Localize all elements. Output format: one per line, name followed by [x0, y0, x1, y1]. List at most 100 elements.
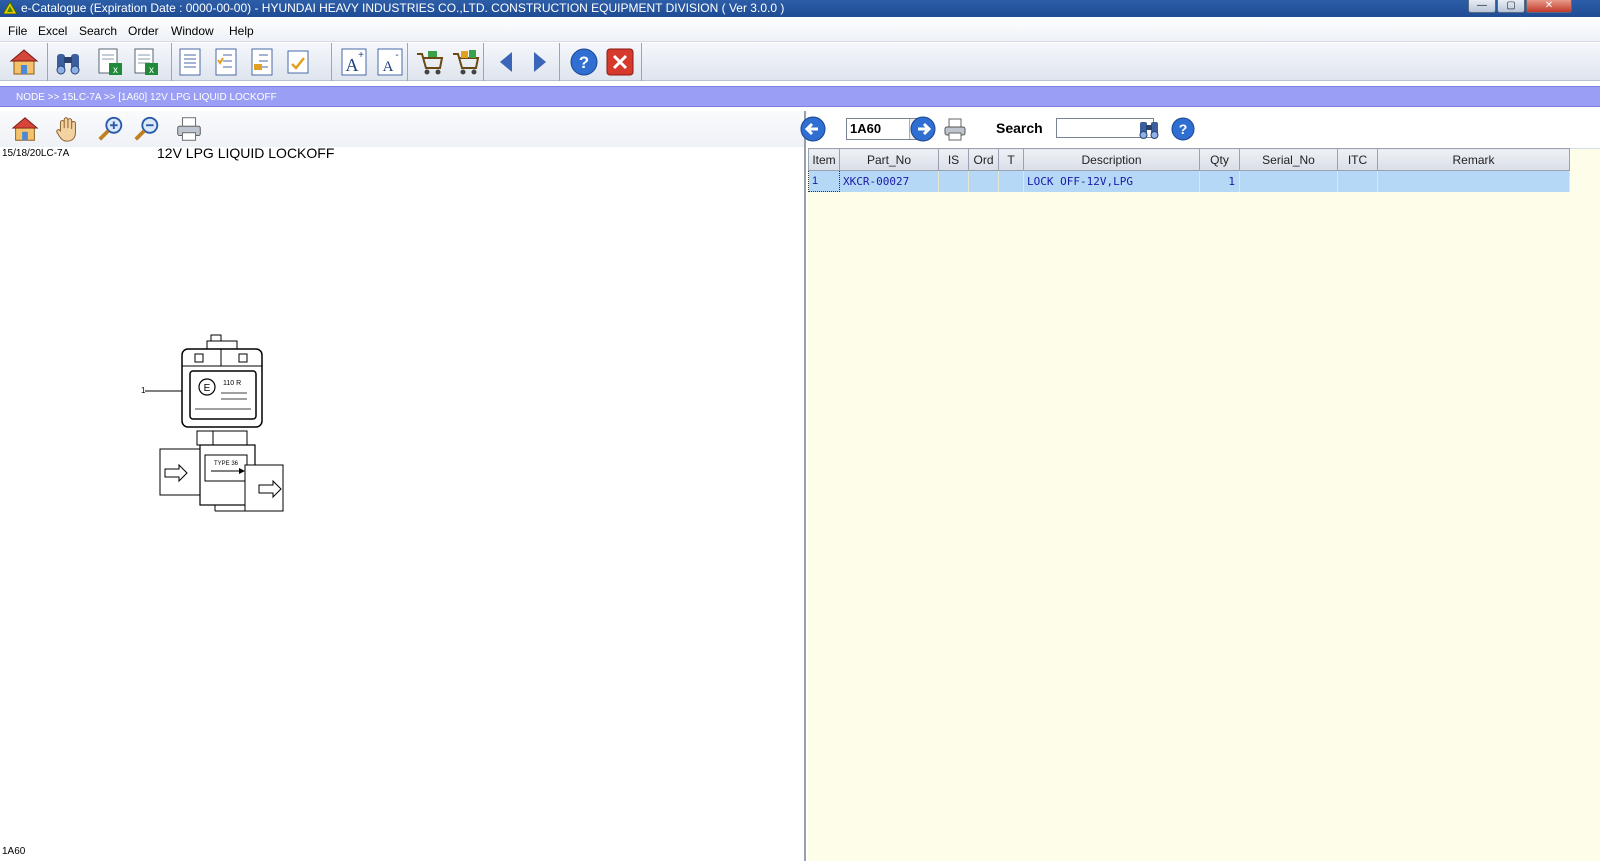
parts-toolbar: 1A60 Search ? — [800, 111, 1600, 149]
svg-text:+: + — [358, 50, 364, 61]
drawing-panel: 15/18/20LC-7A 12V LPG LIQUID LOCKOFF 1 E… — [0, 111, 806, 861]
print-drawing-button[interactable] — [174, 114, 204, 144]
cell-qty[interactable]: 1 — [1199, 170, 1240, 192]
previous-page-button[interactable] — [800, 116, 826, 142]
cell-is[interactable] — [938, 170, 969, 192]
cell-ord[interactable] — [968, 170, 999, 192]
svg-text:A: A — [383, 59, 394, 75]
svg-text:?: ? — [1179, 121, 1188, 137]
svg-text:x: x — [113, 65, 118, 76]
window-title: e-Catalogue (Expiration Date : 0000-00-0… — [21, 1, 785, 15]
cell-part-no[interactable]: XKCR-00027 — [839, 170, 939, 192]
menu-help[interactable]: Help — [229, 24, 254, 38]
column-header-qty[interactable]: Qty — [1199, 148, 1240, 171]
document-list-2-icon — [251, 48, 273, 76]
svg-text:?: ? — [579, 53, 589, 72]
image-button[interactable] — [282, 46, 314, 78]
svg-text:E: E — [204, 383, 211, 394]
printer-icon — [177, 117, 201, 141]
column-header-remark[interactable]: Remark — [1377, 148, 1570, 171]
excel-export-2-button[interactable]: x — [130, 46, 162, 78]
menu-file[interactable]: File — [8, 24, 27, 38]
home-button[interactable] — [8, 46, 40, 78]
cell-t[interactable] — [998, 170, 1024, 192]
image-icon — [287, 50, 309, 74]
column-header-is[interactable]: IS — [938, 148, 969, 171]
close-icon — [606, 48, 634, 76]
printer-icon — [944, 118, 966, 141]
column-header-part-no[interactable]: Part_No — [839, 148, 939, 171]
drawing-title: 12V LPG LIQUID LOCKOFF — [157, 145, 335, 161]
excel-export-icon: x — [98, 48, 122, 76]
font-decrease-icon: A - — [377, 48, 403, 76]
zoom-in-icon — [98, 116, 123, 141]
print-parts-button[interactable] — [942, 116, 968, 142]
diagram-label-type: TYPE 36 — [214, 461, 239, 467]
search-label: Search — [996, 120, 1043, 136]
help-icon: ? — [570, 48, 598, 76]
column-header-t[interactable]: T — [998, 148, 1024, 171]
cell-remark[interactable] — [1377, 170, 1570, 192]
app-logo-icon — [3, 2, 17, 14]
column-header-description[interactable]: Description — [1023, 148, 1200, 171]
cart-button[interactable] — [414, 46, 446, 78]
menu-bar: File Excel Search Order Window Help — [0, 17, 1600, 42]
help-button[interactable]: ? — [568, 46, 600, 78]
zoom-out-button[interactable] — [132, 114, 162, 144]
table-header: Item Part_No IS Ord T Description Qty Se… — [808, 148, 1570, 171]
parts-table: Item Part_No IS Ord T Description Qty Se… — [808, 148, 1570, 192]
cart-full-button[interactable] — [450, 46, 482, 78]
cell-item[interactable]: 1 — [808, 170, 840, 192]
cell-itc[interactable] — [1337, 170, 1378, 192]
lockoff-diagram[interactable]: 1 E 110 R TYPE 36 — [135, 331, 305, 531]
binoculars-icon — [1139, 122, 1159, 139]
search-button[interactable] — [1136, 116, 1162, 142]
close-window-button[interactable]: ✕ — [1526, 0, 1572, 13]
hand-icon — [56, 117, 76, 142]
minimize-button[interactable]: — — [1468, 0, 1496, 13]
column-header-serial-no[interactable]: Serial_No — [1239, 148, 1338, 171]
svg-text:x: x — [149, 65, 154, 76]
parts-help-button[interactable]: ? — [1170, 116, 1196, 142]
drawing-home-button[interactable] — [10, 114, 40, 144]
find-button[interactable] — [52, 46, 84, 78]
svg-text:-: - — [395, 50, 398, 61]
parts-panel: 1A60 Search ? Item Part_No IS Ord T Desc… — [800, 111, 1600, 861]
main-toolbar: x x A + A - ? — [0, 43, 1600, 81]
help-icon: ? — [1171, 117, 1195, 141]
font-decrease-button[interactable]: A - — [374, 46, 406, 78]
maximize-button[interactable]: ▢ — [1497, 0, 1525, 13]
model-label: 15/18/20LC-7A — [2, 148, 70, 159]
column-header-itc[interactable]: ITC — [1337, 148, 1378, 171]
binoculars-icon — [56, 54, 80, 75]
forward-button[interactable] — [524, 46, 556, 78]
document-list-2-button[interactable] — [246, 46, 278, 78]
cell-description[interactable]: LOCK OFF-12V,LPG — [1023, 170, 1200, 192]
cart-full-icon — [453, 50, 480, 75]
document-list-button[interactable] — [210, 46, 242, 78]
menu-excel[interactable]: Excel — [38, 24, 67, 38]
zoom-in-button[interactable] — [96, 114, 126, 144]
menu-window[interactable]: Window — [171, 24, 214, 38]
back-arrow-icon — [500, 52, 512, 72]
document-button[interactable] — [174, 46, 206, 78]
menu-search[interactable]: Search — [79, 24, 117, 38]
excel-export-2-icon: x — [134, 48, 158, 76]
pan-button[interactable] — [52, 114, 82, 144]
page-code: 1A60 — [2, 846, 26, 857]
menu-order[interactable]: Order — [128, 24, 159, 38]
page-select-value: 1A60 — [850, 121, 882, 136]
forward-arrow-icon — [534, 52, 546, 72]
next-page-button[interactable] — [910, 116, 936, 142]
drawing-toolbar — [0, 111, 804, 147]
cell-serial-no[interactable] — [1239, 170, 1338, 192]
column-header-item[interactable]: Item — [808, 148, 840, 171]
font-increase-button[interactable]: A + — [338, 46, 370, 78]
table-row[interactable]: 1 XKCR-00027 LOCK OFF-12V,LPG 1 — [808, 170, 1570, 192]
excel-export-button[interactable]: x — [94, 46, 126, 78]
back-button[interactable] — [490, 46, 522, 78]
home-icon — [11, 117, 39, 141]
column-header-ord[interactable]: Ord — [968, 148, 999, 171]
close-app-button[interactable] — [604, 46, 636, 78]
diagram-label-110r: 110 R — [223, 380, 241, 387]
